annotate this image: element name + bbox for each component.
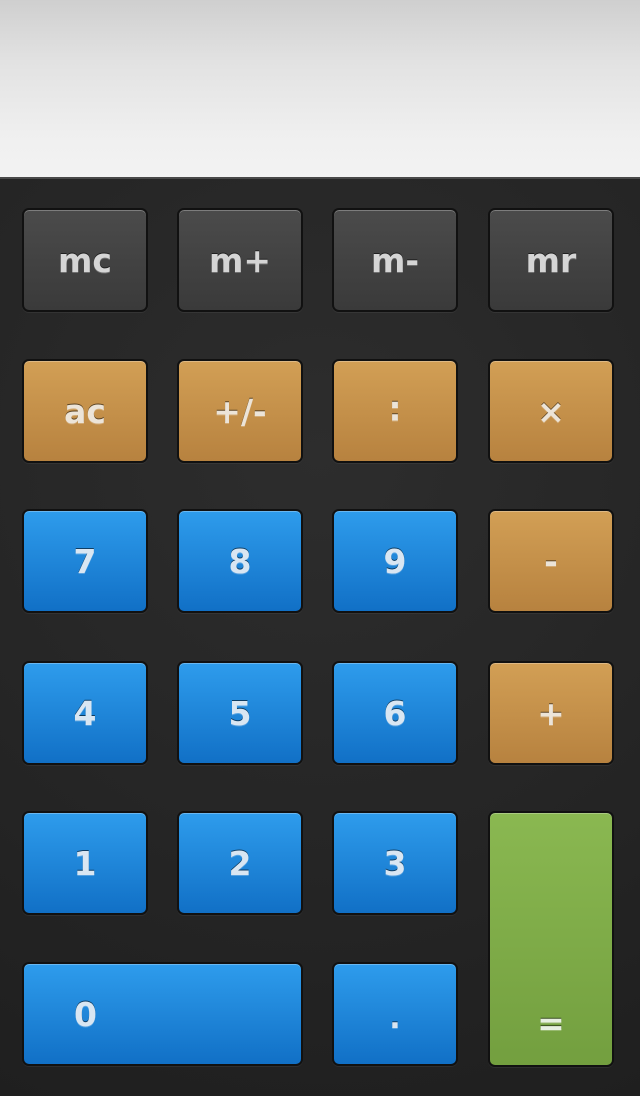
memory-add-button[interactable]: m+ [177, 208, 303, 312]
plus-label: + [537, 693, 565, 733]
digit-1-label: 1 [73, 843, 97, 883]
all-clear-button[interactable]: ac [22, 359, 148, 463]
digit-2-button[interactable]: 2 [177, 811, 303, 915]
digit-7-button[interactable]: 7 [22, 509, 148, 613]
sign-toggle-button[interactable]: +/- [177, 359, 303, 463]
multiply-label: × [537, 391, 565, 431]
equals-label: = [537, 1004, 565, 1043]
memory-recall-button[interactable]: mr [488, 208, 614, 312]
keypad: mc m+ m- mr ac +/- ∶ × 7 8 9 - 4 5 6 + 1… [0, 179, 640, 1096]
memory-recall-label: mr [525, 240, 577, 280]
divide-button[interactable]: ∶ [332, 359, 458, 463]
memory-add-label: m+ [208, 240, 272, 280]
digit-8-button[interactable]: 8 [177, 509, 303, 613]
multiply-button[interactable]: × [488, 359, 614, 463]
digit-6-button[interactable]: 6 [332, 661, 458, 765]
digit-5-label: 5 [228, 693, 252, 733]
minus-button[interactable]: - [488, 509, 614, 613]
minus-label: - [544, 541, 558, 581]
all-clear-label: ac [64, 391, 106, 431]
digit-6-label: 6 [383, 693, 407, 733]
digit-8-label: 8 [228, 541, 252, 581]
digit-0-button[interactable]: 0 [22, 962, 303, 1066]
memory-clear-label: mc [58, 240, 112, 280]
memory-clear-button[interactable]: mc [22, 208, 148, 312]
digit-5-button[interactable]: 5 [177, 661, 303, 765]
digit-3-label: 3 [383, 843, 407, 883]
sign-toggle-label: +/- [213, 391, 267, 431]
memory-subtract-button[interactable]: m- [332, 208, 458, 312]
divide-label: ∶ [390, 391, 400, 431]
decimal-point-label: . [389, 1000, 401, 1036]
digit-1-button[interactable]: 1 [22, 811, 148, 915]
digit-4-label: 4 [73, 693, 97, 733]
decimal-point-button[interactable]: . [332, 962, 458, 1066]
digit-2-label: 2 [228, 843, 252, 883]
digit-9-button[interactable]: 9 [332, 509, 458, 613]
digit-3-button[interactable]: 3 [332, 811, 458, 915]
plus-button[interactable]: + [488, 661, 614, 765]
digit-7-label: 7 [73, 541, 97, 581]
equals-button[interactable]: = [488, 811, 614, 1067]
display-panel [0, 0, 640, 179]
digit-9-label: 9 [383, 541, 407, 581]
digit-0-label: 0 [74, 994, 97, 1034]
digit-4-button[interactable]: 4 [22, 661, 148, 765]
memory-subtract-label: m- [370, 240, 420, 280]
